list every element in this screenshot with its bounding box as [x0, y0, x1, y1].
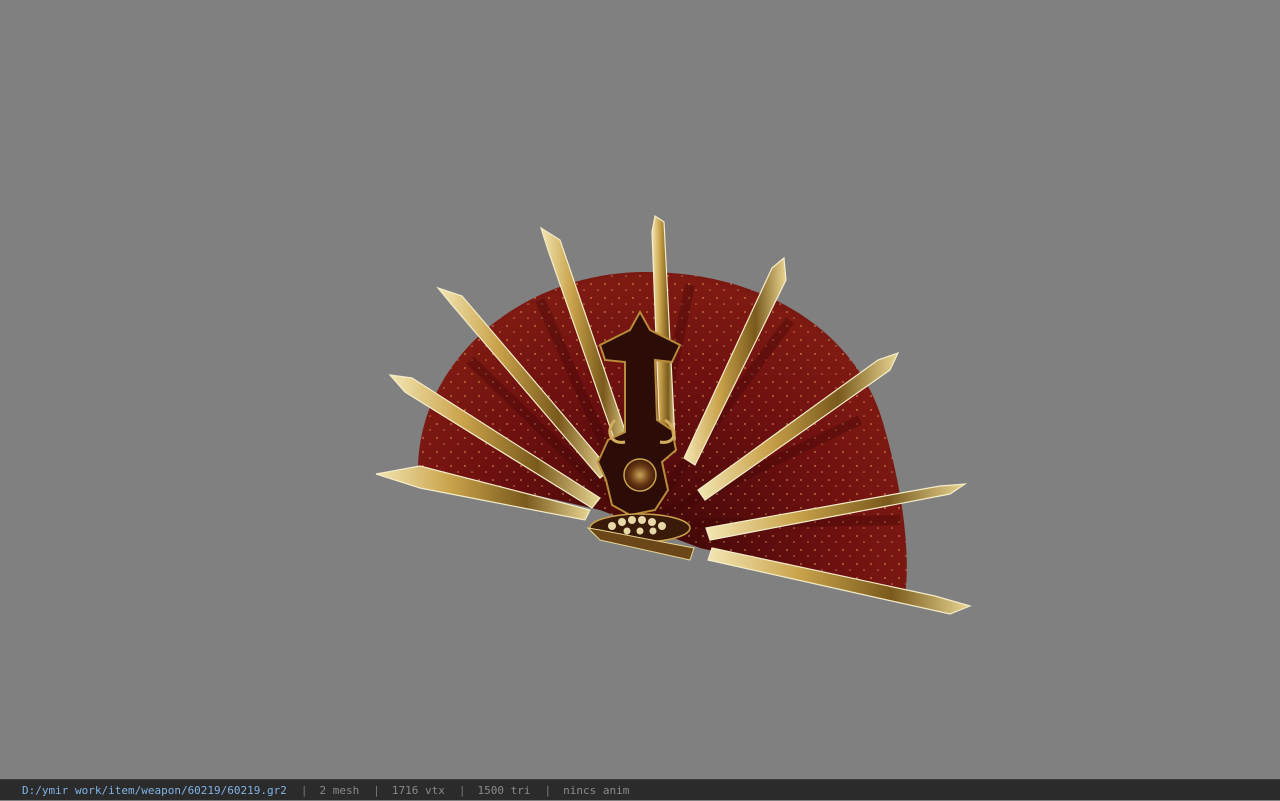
vertex-count: 1716 vtx	[391, 783, 445, 797]
triangle-count: 1500 tri	[477, 783, 531, 797]
mesh-count: 2 mesh	[319, 783, 360, 797]
separator: |	[300, 783, 308, 797]
separator: |	[373, 783, 380, 797]
separator: |	[458, 783, 466, 797]
anim-status: nincs anim	[563, 783, 630, 797]
file-path: D:/ymir work/item/weapon/60219/60219.gr2	[22, 783, 287, 797]
3d-viewport[interactable]	[0, 0, 1280, 779]
separator: |	[544, 783, 552, 797]
fan-weapon-model[interactable]	[0, 0, 1280, 779]
status-bar: D:/ymir work/item/weapon/60219/60219.gr2…	[0, 779, 1280, 800]
